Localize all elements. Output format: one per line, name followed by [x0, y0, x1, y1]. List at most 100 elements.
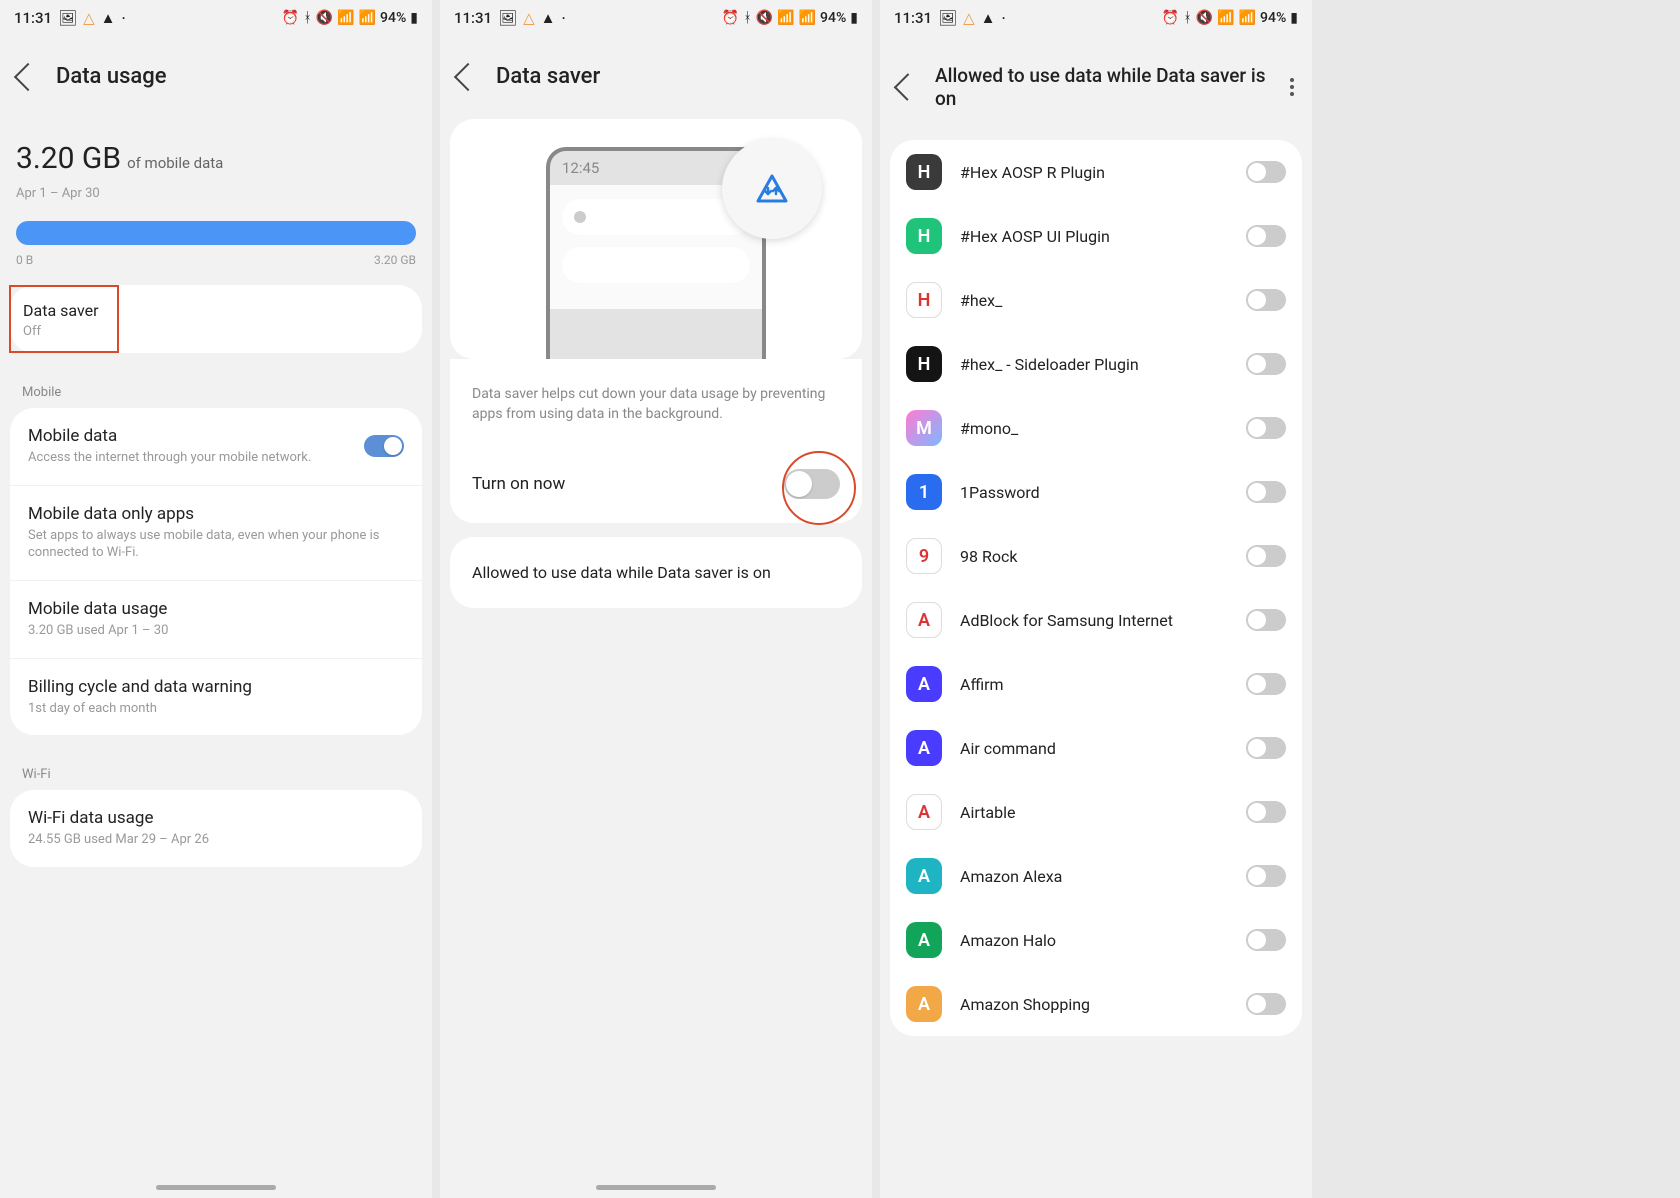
- app-icon: H: [906, 154, 942, 190]
- nav-pill[interactable]: [596, 1185, 716, 1190]
- app-toggle[interactable]: [1246, 545, 1286, 567]
- nav-icon: ▲: [541, 9, 556, 27]
- app-icon: 1: [906, 474, 942, 510]
- app-row[interactable]: AAmazon Halo: [890, 908, 1302, 972]
- app-row[interactable]: H #hex_ - Sideloader Plugin: [890, 332, 1302, 396]
- mobile-only-apps-row[interactable]: Mobile data only apps Set apps to always…: [10, 486, 422, 581]
- app-toggle[interactable]: [1246, 417, 1286, 439]
- app-toggle[interactable]: [1246, 929, 1286, 951]
- app-toggle[interactable]: [1246, 161, 1286, 183]
- status-bar: 11:31 🖼 △ ▲ · ⏰ ᚼ 🔇 📶 📶 94% ▮: [0, 0, 432, 36]
- app-icon: H: [906, 218, 942, 254]
- back-icon[interactable]: [14, 62, 42, 90]
- gallery-icon: 🖼: [58, 9, 77, 27]
- app-row[interactable]: AAdBlock for Samsung Internet: [890, 588, 1302, 652]
- app-name: Amazon Shopping: [960, 995, 1228, 1014]
- app-toggle[interactable]: [1246, 673, 1286, 695]
- app-row[interactable]: H#hex_: [890, 268, 1302, 332]
- app-list: H#Hex AOSP R PluginH#Hex AOSP UI PluginH…: [890, 140, 1302, 1036]
- more-icon[interactable]: [1290, 78, 1294, 96]
- app-toggle[interactable]: [1246, 609, 1286, 631]
- data-saver-description: Data saver helps cut down your data usag…: [450, 359, 862, 446]
- app-toggle[interactable]: [1246, 865, 1286, 887]
- status-time: 11:31: [454, 9, 492, 27]
- app-name: 1Password: [960, 483, 1228, 502]
- bar-min: 0 B: [16, 253, 33, 267]
- data-saver-title: Data saver: [23, 301, 105, 320]
- app-toggle[interactable]: [1246, 801, 1286, 823]
- app-name: AdBlock for Samsung Internet: [960, 611, 1228, 630]
- battery-pct: 94%: [820, 10, 846, 26]
- allowed-apps-row[interactable]: Allowed to use data while Data saver is …: [450, 537, 862, 608]
- app-row[interactable]: H #Hex AOSP UI Plugin: [890, 204, 1302, 268]
- app-row[interactable]: M #mono_: [890, 396, 1302, 460]
- app-icon: M: [906, 410, 942, 446]
- usage-period: Apr 1 – Apr 30: [16, 186, 416, 201]
- app-row[interactable]: A Affirm: [890, 652, 1302, 716]
- app-icon: A: [906, 730, 942, 766]
- signal-icon: 📶: [799, 10, 816, 26]
- mobile-card: Mobile data Access the internet through …: [10, 408, 422, 735]
- app-toggle[interactable]: [1246, 353, 1286, 375]
- data-saver-icon-circle: [722, 139, 822, 239]
- app-row[interactable]: 9 98 Rock: [890, 524, 1302, 588]
- app-toggle[interactable]: [1246, 993, 1286, 1015]
- app-name: Amazon Halo: [960, 931, 1228, 950]
- screen-data-saver: 11:31 🖼 △ ▲ · ⏰ ᚼ 🔇 📶 📶 94% ▮ Data saver…: [440, 0, 872, 1198]
- mute-icon: 🔇: [1196, 10, 1213, 26]
- app-icon: H: [906, 346, 942, 382]
- alarm-icon: ⏰: [282, 10, 299, 26]
- toggle-highlight: [782, 451, 856, 525]
- app-toggle[interactable]: [1246, 289, 1286, 311]
- app-name: #hex_ - Sideloader Plugin: [960, 355, 1228, 374]
- drive-icon: △: [523, 9, 535, 27]
- app-name: #Hex AOSP UI Plugin: [960, 227, 1228, 246]
- mobile-data-toggle[interactable]: [364, 435, 404, 457]
- app-name: Affirm: [960, 675, 1228, 694]
- mock-time: 12:45: [562, 159, 599, 177]
- app-row[interactable]: A Amazon Shopping: [890, 972, 1302, 1036]
- app-icon: A: [906, 986, 942, 1022]
- usage-label: of mobile data: [127, 154, 223, 172]
- data-saver-icon: [755, 174, 789, 204]
- app-toggle[interactable]: [1246, 481, 1286, 503]
- app-toggle[interactable]: [1246, 737, 1286, 759]
- usage-amount: 3.20 GB: [16, 141, 121, 176]
- battery-pct: 94%: [1260, 10, 1286, 26]
- billing-cycle-row[interactable]: Billing cycle and data warning 1st day o…: [10, 659, 422, 736]
- header: Data saver: [440, 36, 872, 119]
- app-row[interactable]: AAir command: [890, 716, 1302, 780]
- battery-icon: ▮: [1290, 10, 1298, 26]
- app-name: 98 Rock: [960, 547, 1228, 566]
- turn-on-label: Turn on now: [472, 474, 565, 494]
- app-toggle[interactable]: [1246, 225, 1286, 247]
- section-mobile: Mobile: [0, 367, 432, 408]
- app-name: Airtable: [960, 803, 1228, 822]
- page-title: Allowed to use data while Data saver is …: [935, 64, 1272, 110]
- nav-pill[interactable]: [156, 1185, 276, 1190]
- alarm-icon: ⏰: [1162, 10, 1179, 26]
- mobile-data-usage-row[interactable]: Mobile data usage 3.20 GB used Apr 1 – 3…: [10, 581, 422, 659]
- app-name: #mono_: [960, 419, 1228, 438]
- wifi-icon: 📶: [337, 10, 354, 26]
- app-row[interactable]: H#Hex AOSP R Plugin: [890, 140, 1302, 204]
- turn-on-row[interactable]: Turn on now: [450, 445, 862, 523]
- status-time: 11:31: [894, 9, 932, 27]
- gallery-icon: 🖼: [498, 9, 517, 27]
- app-row[interactable]: AAirtable: [890, 780, 1302, 844]
- app-icon: 9: [906, 538, 942, 574]
- bluetooth-icon: ᚼ: [303, 10, 311, 26]
- back-icon[interactable]: [894, 73, 922, 101]
- battery-icon: ▮: [410, 10, 418, 26]
- data-saver-card[interactable]: Data saver Off: [10, 285, 422, 353]
- mobile-data-row[interactable]: Mobile data Access the internet through …: [10, 408, 422, 486]
- app-row[interactable]: AAmazon Alexa: [890, 844, 1302, 908]
- back-icon[interactable]: [454, 62, 482, 90]
- alarm-icon: ⏰: [722, 10, 739, 26]
- usage-summary: 3.20 GB of mobile data Apr 1 – Apr 30 0 …: [0, 119, 432, 285]
- app-row[interactable]: 1 1Password: [890, 460, 1302, 524]
- header: Data usage: [0, 36, 432, 119]
- wifi-usage-row[interactable]: Wi-Fi data usage 24.55 GB used Mar 29 – …: [10, 790, 422, 867]
- app-icon: A: [906, 666, 942, 702]
- page-title: Data usage: [56, 64, 167, 89]
